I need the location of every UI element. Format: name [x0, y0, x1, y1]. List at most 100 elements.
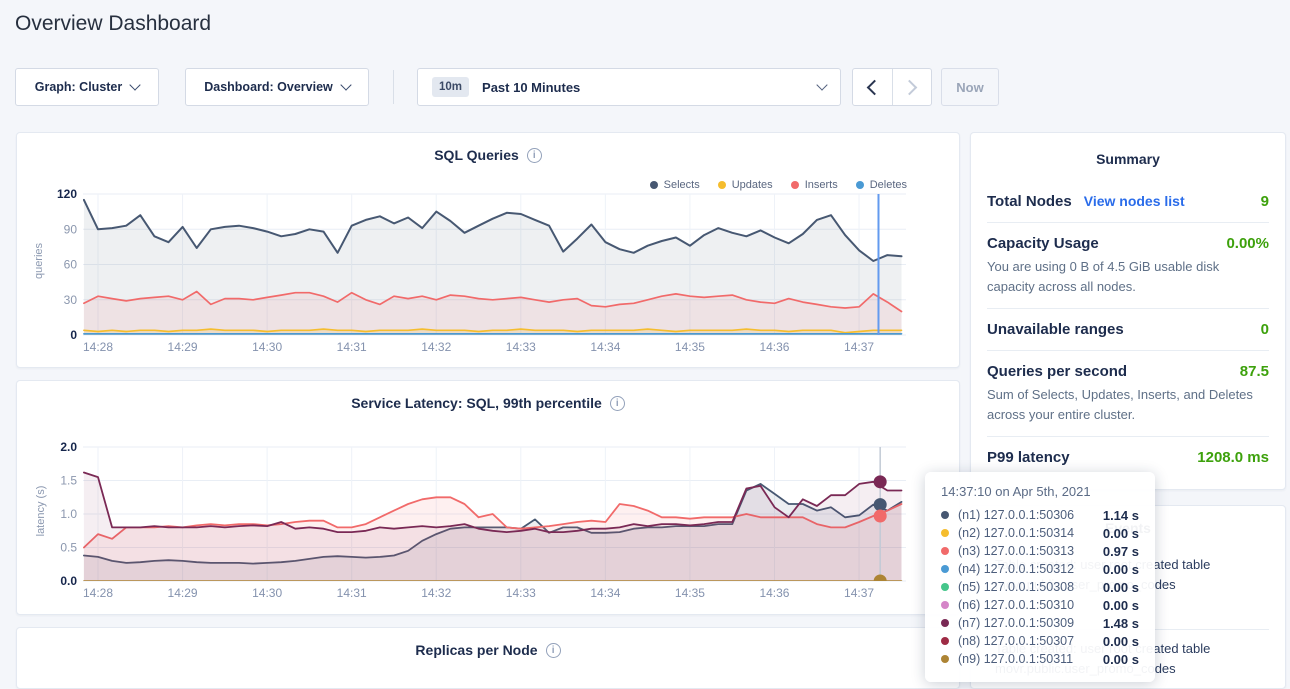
time-nav-group [852, 68, 932, 106]
time-range-label: Past 10 Minutes [482, 80, 580, 95]
node-color-dot [941, 547, 949, 555]
node-latency-value: 0.00 s [1103, 526, 1139, 541]
time-prev-button[interactable] [853, 69, 892, 105]
node-latency-value: 0.00 s [1103, 652, 1139, 667]
x-tick-label: 14:34 [590, 586, 620, 600]
latency-plot-svg: 14:28 14:29 14:30 14:31 14:32 14:33 14:34 14:35… [17, 381, 960, 615]
summary-subtext: You are using 0 B of 4.5 GiB usable disk… [987, 257, 1269, 296]
tooltip-timestamp: 14:37:10 on Apr 5th, 2021 [941, 484, 1139, 499]
summary-value: 0 [1261, 321, 1269, 338]
x-tick-label: 14:34 [590, 340, 620, 354]
x-tick-label: 14:29 [168, 340, 198, 354]
node-address: (n2) 127.0.0.1:50314 [958, 526, 1074, 540]
tooltip-node-row: (n8) 127.0.0.1:503070.00 s [941, 632, 1139, 650]
summary-row: Unavailable ranges 0 [987, 309, 1269, 351]
hover-dot [874, 498, 887, 511]
chevron-right-icon [902, 79, 918, 95]
summary-value: 1208.0 ms [1197, 449, 1269, 466]
node-latency-value: 1.14 s [1103, 508, 1139, 523]
x-tick-label: 14:37 [844, 340, 874, 354]
sql-queries-chart[interactable]: 14:2814:2914:3014:3114:3214:3314:3414:35… [17, 133, 959, 367]
hover-dot [874, 575, 887, 588]
node-address: (n3) 127.0.0.1:50313 [958, 544, 1074, 558]
replicas-per-node-card: Replicas per Node [16, 627, 960, 689]
tooltip-node-row: (n5) 127.0.0.1:503080.00 s [941, 578, 1139, 596]
chevron-left-icon [866, 79, 882, 95]
node-color-dot [941, 583, 949, 591]
node-latency-value: 0.97 s [1103, 544, 1139, 559]
node-color-dot [941, 601, 949, 609]
summary-label: Total Nodes [987, 193, 1072, 210]
x-tick-label: 14:32 [421, 586, 451, 600]
x-tick-label: 14:30 [252, 340, 282, 354]
sql-plot-svg: 14:2814:2914:3014:3114:3214:3314:3414:35… [17, 133, 960, 368]
overview-dashboard-page: Overview Dashboard Graph: Cluster Dashbo… [0, 0, 1290, 689]
x-tick-label: 14:29 [168, 586, 198, 600]
node-address: (n1) 127.0.0.1:50306 [958, 508, 1074, 522]
dashboard-dropdown[interactable]: Dashboard: Overview [185, 68, 369, 106]
x-tick-label: 14:36 [759, 340, 789, 354]
tooltip-node-row: (n7) 127.0.0.1:50309 1.48 s [941, 614, 1139, 632]
view-nodes-link[interactable]: View nodes list [1084, 193, 1185, 209]
tooltip-rows: (n1) 127.0.0.1:503061.14 s(n2) 127.0.0.1… [941, 506, 1139, 668]
x-tick-label: 14:37 [844, 586, 874, 600]
tooltip-node-row: (n6) 127.0.0.1:50310 0.00 s [941, 596, 1139, 614]
x-tick-label: 14:36 [759, 586, 789, 600]
x-tick-label: 14:30 [252, 586, 282, 600]
node-latency-value: 1.48 s [1103, 616, 1139, 631]
y-tick-label: 30 [64, 293, 78, 307]
now-button[interactable]: Now [941, 68, 999, 106]
hover-dot [874, 475, 887, 488]
summary-value: 87.5 [1240, 363, 1269, 380]
service-latency-chart[interactable]: 14:28 14:29 14:30 14:31 14:32 14:33 14:34 14:35… [17, 381, 959, 614]
tooltip-node-row: (n4) 127.0.0.1:50312 0.00 s [941, 560, 1139, 578]
summary-row: Queries per second87.5Sum of Selects, Up… [987, 351, 1269, 437]
y-tick-label: 0.5 [60, 541, 77, 555]
node-address: (n7) 127.0.0.1:50309 [958, 616, 1074, 630]
y-tick-label: 2.0 [60, 440, 77, 454]
node-latency-value: 0.00 s [1103, 562, 1139, 577]
node-color-dot [941, 529, 949, 537]
toolbar: Graph: Cluster Dashboard: Overview 10m P… [0, 68, 1290, 106]
y-tick-label: 60 [64, 258, 78, 272]
x-tick-label: 14:31 [337, 586, 367, 600]
time-range-dropdown[interactable]: 10m Past 10 Minutes [417, 68, 841, 106]
y-tick-label: 90 [64, 222, 78, 236]
node-address: (n6) 127.0.0.1:50310 [958, 598, 1074, 612]
node-color-dot [941, 511, 949, 519]
y-tick-label: 0 [70, 328, 77, 342]
replicas-title-row: Replicas per Node [17, 642, 959, 658]
x-tick-label: 14:32 [421, 340, 451, 354]
x-tick-label: 14:35 [675, 586, 705, 600]
y-tick-label: 1.5 [60, 474, 77, 488]
y-tick-label: 120 [57, 187, 77, 201]
time-next-button[interactable] [892, 69, 932, 105]
node-address: (n5) 127.0.0.1:50308 [958, 580, 1074, 594]
dashboard-dropdown-label: Dashboard: Overview [204, 80, 333, 94]
node-address: (n8) 127.0.0.1:50307 [958, 634, 1074, 648]
summary-label: Capacity Usage [987, 235, 1099, 252]
y-tick-label: 1.0 [60, 507, 77, 521]
x-tick-label: 14:33 [506, 586, 536, 600]
node-latency-value: 0.00 s [1103, 598, 1139, 613]
tooltip-node-row: (n2) 127.0.0.1:50314 0.00 s [941, 524, 1139, 542]
summary-subtext: Sum of Selects, Updates, Inserts, and De… [987, 385, 1269, 424]
tooltip-node-row: (n1) 127.0.0.1:50306 1.14 s [941, 506, 1139, 524]
summary-value: 0.00% [1226, 235, 1269, 252]
graph-dropdown[interactable]: Graph: Cluster [15, 68, 159, 106]
node-color-dot [941, 637, 949, 645]
node-color-dot [941, 565, 949, 573]
summary-header: Summary [987, 133, 1269, 167]
x-tick-label: 14:28 [83, 586, 113, 600]
tooltip-node-row: (n3) 127.0.0.1:50313 0.97 s [941, 542, 1139, 560]
x-tick-label: 14:35 [675, 340, 705, 354]
info-icon[interactable] [546, 643, 561, 658]
summary-card: Summary Total NodesView nodes list9Capac… [970, 132, 1286, 490]
x-tick-label: 14:28 [83, 340, 113, 354]
chevron-down-icon [130, 79, 141, 90]
chevron-down-icon [340, 79, 351, 90]
node-address: (n4) 127.0.0.1:50312 [958, 562, 1074, 576]
x-tick-label: 14:31 [337, 340, 367, 354]
summary-label: Unavailable ranges [987, 321, 1124, 338]
summary-row: Total NodesView nodes list9 [987, 181, 1269, 223]
